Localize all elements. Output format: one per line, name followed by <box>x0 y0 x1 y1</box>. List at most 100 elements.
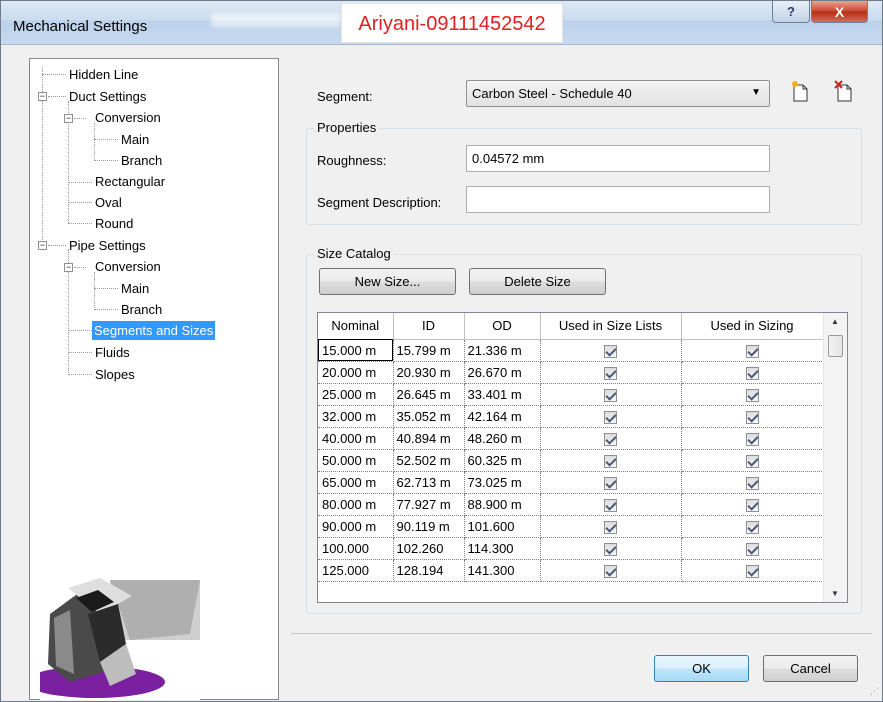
nominal-cell[interactable]: 100.000 <box>318 537 394 560</box>
nominal-cell[interactable]: 32.000 m <box>318 405 394 428</box>
tree-item-duct-conversion[interactable]: Conversion <box>93 108 163 127</box>
table-row[interactable]: 20.000 m 20.930 m 26.670 m <box>318 361 824 384</box>
grid-vertical-scrollbar[interactable]: ▲ ▼ <box>823 313 847 602</box>
sizing-checkbox[interactable] <box>745 432 759 446</box>
close-button[interactable]: X <box>811 1 868 23</box>
nominal-cell[interactable]: 20.000 m <box>318 361 394 384</box>
tree-item-duct-main[interactable]: Main <box>119 130 151 149</box>
id-cell[interactable]: 52.502 m <box>393 449 465 472</box>
cancel-button[interactable]: Cancel <box>763 655 858 682</box>
tree-item-hidden-line[interactable]: Hidden Line <box>67 65 140 84</box>
table-row[interactable]: 80.000 m 77.927 m 88.900 m <box>318 493 824 516</box>
size-lists-checkbox[interactable] <box>604 366 617 380</box>
nominal-cell[interactable]: 80.000 m <box>318 493 394 516</box>
column-header-id[interactable]: ID <box>393 313 465 340</box>
od-cell[interactable]: 60.325 m <box>464 449 541 472</box>
title-bar[interactable]: Mechanical Settings Ariyani-09111452542 … <box>1 1 882 45</box>
sizing-checkbox[interactable] <box>745 564 759 578</box>
new-size-button[interactable]: New Size... <box>319 268 456 295</box>
collapse-icon[interactable]: − <box>64 114 73 123</box>
id-cell[interactable]: 20.930 m <box>393 361 465 384</box>
size-lists-checkbox[interactable] <box>604 564 617 578</box>
nominal-cell[interactable]: 125.000 <box>318 559 394 582</box>
size-lists-checkbox[interactable] <box>604 410 617 424</box>
id-cell[interactable]: 40.894 m <box>393 427 465 450</box>
collapse-icon[interactable]: − <box>64 263 73 272</box>
od-cell[interactable]: 21.336 m <box>464 339 541 362</box>
od-cell[interactable]: 101.600 <box>464 515 541 538</box>
sizing-checkbox[interactable] <box>745 454 759 468</box>
table-row[interactable]: 125.000 128.194 141.300 <box>318 559 824 582</box>
new-segment-button[interactable] <box>788 79 812 103</box>
nominal-cell[interactable]: 40.000 m <box>318 427 394 450</box>
id-cell[interactable]: 26.645 m <box>393 383 465 406</box>
resize-grip-icon[interactable]: ⋰ <box>870 686 879 697</box>
table-row[interactable]: 90.000 m 90.119 m 101.600 <box>318 515 824 538</box>
tree-item-pipe-settings[interactable]: Pipe Settings <box>67 236 148 255</box>
ok-button[interactable]: OK <box>654 655 749 682</box>
column-header-nominal[interactable]: Nominal <box>318 313 394 340</box>
size-lists-checkbox[interactable] <box>604 344 617 358</box>
size-lists-checkbox[interactable] <box>604 542 617 556</box>
table-row[interactable]: 32.000 m 35.052 m 42.164 m <box>318 405 824 428</box>
nominal-cell[interactable]: 15.000 m <box>318 339 394 362</box>
segment-dropdown[interactable]: Carbon Steel - Schedule 40 ▼ <box>466 80 770 107</box>
delete-segment-button[interactable] <box>832 79 856 103</box>
sizing-checkbox[interactable] <box>745 498 759 512</box>
column-header-od[interactable]: OD <box>464 313 541 340</box>
size-lists-checkbox[interactable] <box>604 520 617 534</box>
nominal-cell[interactable]: 25.000 m <box>318 383 394 406</box>
size-lists-checkbox[interactable] <box>604 388 617 402</box>
sizing-checkbox[interactable] <box>745 476 759 490</box>
tree-item-pipe-branch[interactable]: Branch <box>119 300 164 319</box>
roughness-field[interactable]: 0.04572 mm <box>466 145 770 172</box>
collapse-icon[interactable]: − <box>38 92 47 101</box>
sizing-checkbox[interactable] <box>745 410 759 424</box>
od-cell[interactable]: 48.260 m <box>464 427 541 450</box>
nominal-cell[interactable]: 65.000 m <box>318 471 394 494</box>
tree-item-segments-and-sizes[interactable]: Segments and Sizes <box>92 321 216 340</box>
sizing-checkbox[interactable] <box>745 366 759 380</box>
tree-item-pipe-main[interactable]: Main <box>119 279 151 298</box>
size-lists-checkbox[interactable] <box>604 454 617 468</box>
id-cell[interactable]: 128.194 <box>393 559 465 582</box>
table-row[interactable]: 65.000 m 62.713 m 73.025 m <box>318 471 824 494</box>
tree-item-duct-branch[interactable]: Branch <box>119 151 164 170</box>
scroll-down-icon[interactable]: ▼ <box>831 589 839 598</box>
column-header-used-in-size-lists[interactable]: Used in Size Lists <box>540 313 682 340</box>
tree-item-round[interactable]: Round <box>93 214 135 233</box>
table-row[interactable]: 15.000 m 15.799 m 21.336 m <box>318 339 824 362</box>
od-cell[interactable]: 33.401 m <box>464 383 541 406</box>
id-cell[interactable]: 35.052 m <box>393 405 465 428</box>
segment-description-field[interactable] <box>466 186 770 213</box>
nominal-cell[interactable]: 90.000 m <box>318 515 394 538</box>
column-header-used-in-sizing[interactable]: Used in Sizing <box>681 313 824 340</box>
tree-item-fluids[interactable]: Fluids <box>93 343 132 362</box>
id-cell[interactable]: 77.927 m <box>393 493 465 516</box>
tree-item-oval[interactable]: Oval <box>93 193 124 212</box>
tree-item-pipe-conversion[interactable]: Conversion <box>93 257 163 276</box>
id-cell[interactable]: 90.119 m <box>393 515 465 538</box>
table-row[interactable]: 40.000 m 40.894 m 48.260 m <box>318 427 824 450</box>
delete-size-button[interactable]: Delete Size <box>469 268 606 295</box>
settings-tree[interactable]: − − − − Hidden Line Duct Settings Conver… <box>29 58 279 700</box>
id-cell[interactable]: 102.260 <box>393 537 465 560</box>
help-button[interactable]: ? <box>772 1 810 23</box>
size-lists-checkbox[interactable] <box>604 476 617 490</box>
tree-item-rectangular[interactable]: Rectangular <box>93 172 167 191</box>
id-cell[interactable]: 15.799 m <box>393 339 465 362</box>
sizing-checkbox[interactable] <box>745 520 759 534</box>
tree-item-slopes[interactable]: Slopes <box>93 365 137 384</box>
scroll-up-icon[interactable]: ▲ <box>831 317 839 326</box>
od-cell[interactable]: 114.300 <box>464 537 541 560</box>
size-lists-checkbox[interactable] <box>604 498 617 512</box>
size-lists-checkbox[interactable] <box>604 432 617 446</box>
sizing-checkbox[interactable] <box>745 344 759 358</box>
od-cell[interactable]: 88.900 m <box>464 493 541 516</box>
id-cell[interactable]: 62.713 m <box>393 471 465 494</box>
sizing-checkbox[interactable] <box>745 542 759 556</box>
od-cell[interactable]: 73.025 m <box>464 471 541 494</box>
sizing-checkbox[interactable] <box>745 388 759 402</box>
size-catalog-grid[interactable]: Nominal ID OD Used in Size Lists Used in… <box>317 312 848 603</box>
table-row[interactable]: 25.000 m 26.645 m 33.401 m <box>318 383 824 406</box>
